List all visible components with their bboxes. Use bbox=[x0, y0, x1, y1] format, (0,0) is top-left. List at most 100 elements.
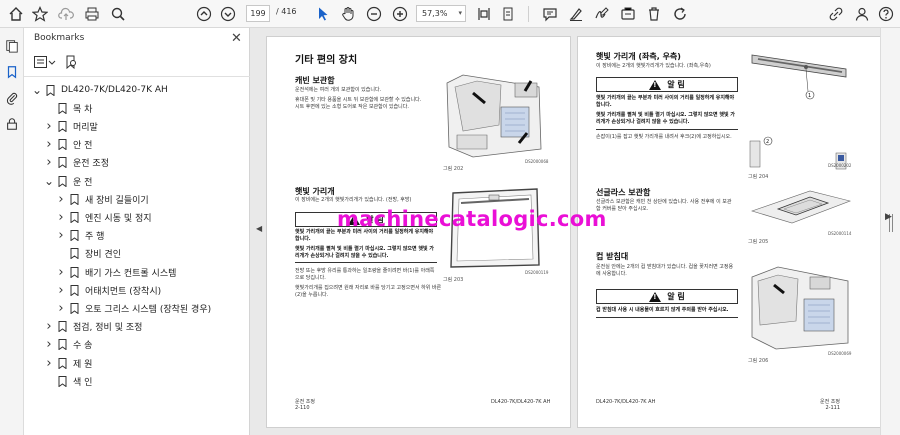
side-sunshade-line-1: 이 장비에는 2개의 햇빛가리개가 있습니다. (좌측,우측) bbox=[596, 63, 711, 69]
bookmark-label: DL420-7K/DL420-7K AH bbox=[61, 85, 168, 95]
chevron-right-icon[interactable]: › bbox=[44, 137, 54, 152]
bookmark-item[interactable]: › 배기 가스 컨트롤 시스템 bbox=[56, 264, 176, 280]
chevron-right-icon[interactable]: › bbox=[56, 265, 66, 280]
bookmark-icon bbox=[58, 375, 67, 387]
bookmark-item[interactable]: › 제 원 bbox=[44, 355, 92, 371]
zoom-out-icon[interactable] bbox=[364, 4, 384, 24]
bookmark-item[interactable]: › 새 장비 길들이기 bbox=[56, 191, 148, 207]
bookmark-icon bbox=[58, 102, 67, 114]
bookmark-item[interactable]: › 운전 조정 bbox=[44, 155, 109, 171]
bookmark-item[interactable]: ⌄ 운 전 bbox=[44, 173, 92, 189]
chevron-down-icon[interactable]: ⌄ bbox=[44, 175, 54, 187]
page-number-input[interactable]: 199 bbox=[246, 5, 270, 22]
watermark-text: machinecatalogic.com bbox=[337, 207, 607, 231]
comment-icon[interactable] bbox=[540, 4, 560, 24]
chevron-right-icon[interactable]: › bbox=[44, 319, 54, 334]
bookmark-icon bbox=[70, 284, 79, 296]
bookmarks-icon[interactable] bbox=[4, 64, 20, 80]
home-icon[interactable] bbox=[6, 4, 26, 24]
bookmark-label: 점검, 정비 및 조정 bbox=[73, 323, 143, 334]
bookmark-icon bbox=[70, 230, 79, 242]
notice-label: 알 림 bbox=[667, 292, 685, 301]
cloud-upload-icon[interactable] bbox=[56, 4, 76, 24]
fit-page-icon[interactable] bbox=[474, 4, 494, 24]
bookmark-item[interactable]: › 머리말 bbox=[44, 118, 97, 134]
chevron-right-icon[interactable]: › bbox=[56, 228, 66, 243]
bookmark-star-icon[interactable] bbox=[30, 4, 50, 24]
chevron-down-icon: ▾ bbox=[458, 9, 462, 17]
warning-icon bbox=[649, 291, 662, 302]
notice-line-1: 햇빛 가리개의 끝는 부분과 미러 사이의 거리를 일정하게 유지해야 bbox=[596, 95, 735, 101]
page-footer-section: 운전 조정 2-110 bbox=[295, 399, 315, 411]
print-icon[interactable] bbox=[82, 4, 102, 24]
bookmark-item[interactable]: ⌄ DL420-7K/DL420-7K AH bbox=[32, 82, 168, 98]
help-icon[interactable] bbox=[876, 4, 896, 24]
callout-2: 2 bbox=[766, 139, 769, 145]
highlight-icon[interactable] bbox=[566, 4, 586, 24]
bookmark-item[interactable]: 목 차 bbox=[44, 100, 92, 116]
zoom-level-value: 57,3% bbox=[422, 9, 448, 18]
user-icon[interactable] bbox=[852, 4, 872, 24]
pdf-page-right: 햇빛 가리개 (좌측, 우측) 이 장비에는 2개의 햇빛가리개가 있습니다. … bbox=[577, 36, 882, 428]
delete-icon[interactable] bbox=[644, 4, 664, 24]
zoom-in-icon[interactable] bbox=[390, 4, 410, 24]
chevron-right-icon[interactable]: › bbox=[56, 283, 66, 298]
page-footer-section: 운전 조정 2-111 bbox=[820, 399, 840, 411]
bookmark-label: 엔진 시동 및 정지 bbox=[85, 213, 152, 224]
bookmark-item[interactable]: › 엔진 시동 및 정지 bbox=[56, 209, 152, 225]
figure-caption-205: 그림 205 bbox=[748, 239, 769, 245]
chevron-right-icon[interactable]: › bbox=[56, 192, 66, 207]
document-viewport[interactable]: 기타 편의 장치 캐빈 보관함 운전석에는 여러 개의 보관함이 있습니다. 휴… bbox=[250, 28, 882, 435]
sunglass-storage-figure bbox=[748, 183, 854, 233]
bookmark-item[interactable]: › 오토 그리스 시스템 (장착된 경우) bbox=[56, 300, 211, 316]
collapse-panel-icon[interactable]: ◀ bbox=[256, 224, 262, 233]
figure-code: DS2000069 bbox=[828, 351, 852, 356]
zoom-search-icon[interactable] bbox=[108, 4, 128, 24]
chevron-down-icon[interactable]: ⌄ bbox=[32, 84, 42, 96]
expand-right-panel-icon[interactable]: ▶ bbox=[885, 212, 892, 222]
bookmark-item[interactable]: › 안 전 bbox=[44, 137, 92, 153]
security-lock-icon[interactable] bbox=[4, 116, 20, 132]
chevron-right-icon[interactable]: › bbox=[44, 155, 54, 170]
sunglass-line-1: 선글라스 보관함은 캐빈 천 상단에 있습니다. 사용 전후에 이 보관 bbox=[596, 199, 732, 205]
chevron-right-icon[interactable]: › bbox=[56, 301, 66, 316]
section-heading-sunshade: 햇빛 가리개 bbox=[295, 187, 335, 196]
find-bookmark-icon[interactable] bbox=[64, 54, 78, 70]
hand-icon[interactable] bbox=[338, 4, 358, 24]
scroll-mode-icon[interactable] bbox=[498, 4, 518, 24]
share-icon[interactable] bbox=[826, 4, 846, 24]
stamp-icon[interactable] bbox=[618, 4, 638, 24]
notice-box: 알 림 bbox=[596, 289, 738, 304]
chevron-right-icon[interactable]: › bbox=[56, 210, 66, 225]
bookmark-item[interactable]: 색 인 bbox=[44, 373, 92, 389]
bookmark-item[interactable]: › 주 행 bbox=[56, 228, 104, 244]
bookmark-item[interactable]: 장비 견인 bbox=[56, 246, 121, 262]
side-sunshade-figure: 1 2 bbox=[748, 45, 854, 171]
bookmark-item[interactable]: › 점검, 정비 및 조정 bbox=[44, 319, 142, 335]
notice-box: 알 림 bbox=[596, 77, 738, 92]
sunshade-note-3: 햇빛가리개를 집으려면 원래 자리로 바를 당기고 고정으면서 하위 바른 bbox=[295, 285, 442, 291]
close-icon[interactable]: ✕ bbox=[231, 31, 242, 46]
page-up-icon[interactable] bbox=[194, 4, 214, 24]
select-cursor-icon[interactable] bbox=[313, 4, 333, 24]
chevron-right-icon[interactable]: › bbox=[44, 337, 54, 352]
sign-icon[interactable] bbox=[592, 4, 612, 24]
rotate-icon[interactable] bbox=[670, 4, 690, 24]
pages-icon[interactable] bbox=[4, 38, 20, 54]
page-down-icon[interactable] bbox=[218, 4, 238, 24]
zoom-level-select[interactable]: 57,3% ▾ bbox=[416, 5, 466, 22]
bookmark-item[interactable]: › 어태치먼트 (장착시) bbox=[56, 282, 161, 298]
figure-caption-203: 그림 203 bbox=[443, 277, 464, 283]
cup-holder-figure bbox=[748, 265, 854, 351]
bookmark-icon bbox=[46, 84, 55, 96]
caution-line-1: 햇빛 가리개를 펼쳐 및 비틀 렬기 마십시오. 그렇지 않으면 햇빛 가 bbox=[295, 246, 434, 252]
bookmark-icon bbox=[58, 139, 67, 151]
chevron-right-icon[interactable]: › bbox=[44, 119, 54, 134]
notice-line-2: 합니다. bbox=[295, 236, 311, 242]
bookmark-item[interactable]: › 수 송 bbox=[44, 337, 92, 353]
chevron-right-icon[interactable]: › bbox=[44, 356, 54, 371]
attachments-icon[interactable] bbox=[4, 90, 20, 106]
bookmark-icon bbox=[70, 266, 79, 278]
section-heading-cabin-storage: 캐빈 보관함 bbox=[295, 76, 335, 85]
options-menu-icon[interactable] bbox=[34, 54, 56, 70]
